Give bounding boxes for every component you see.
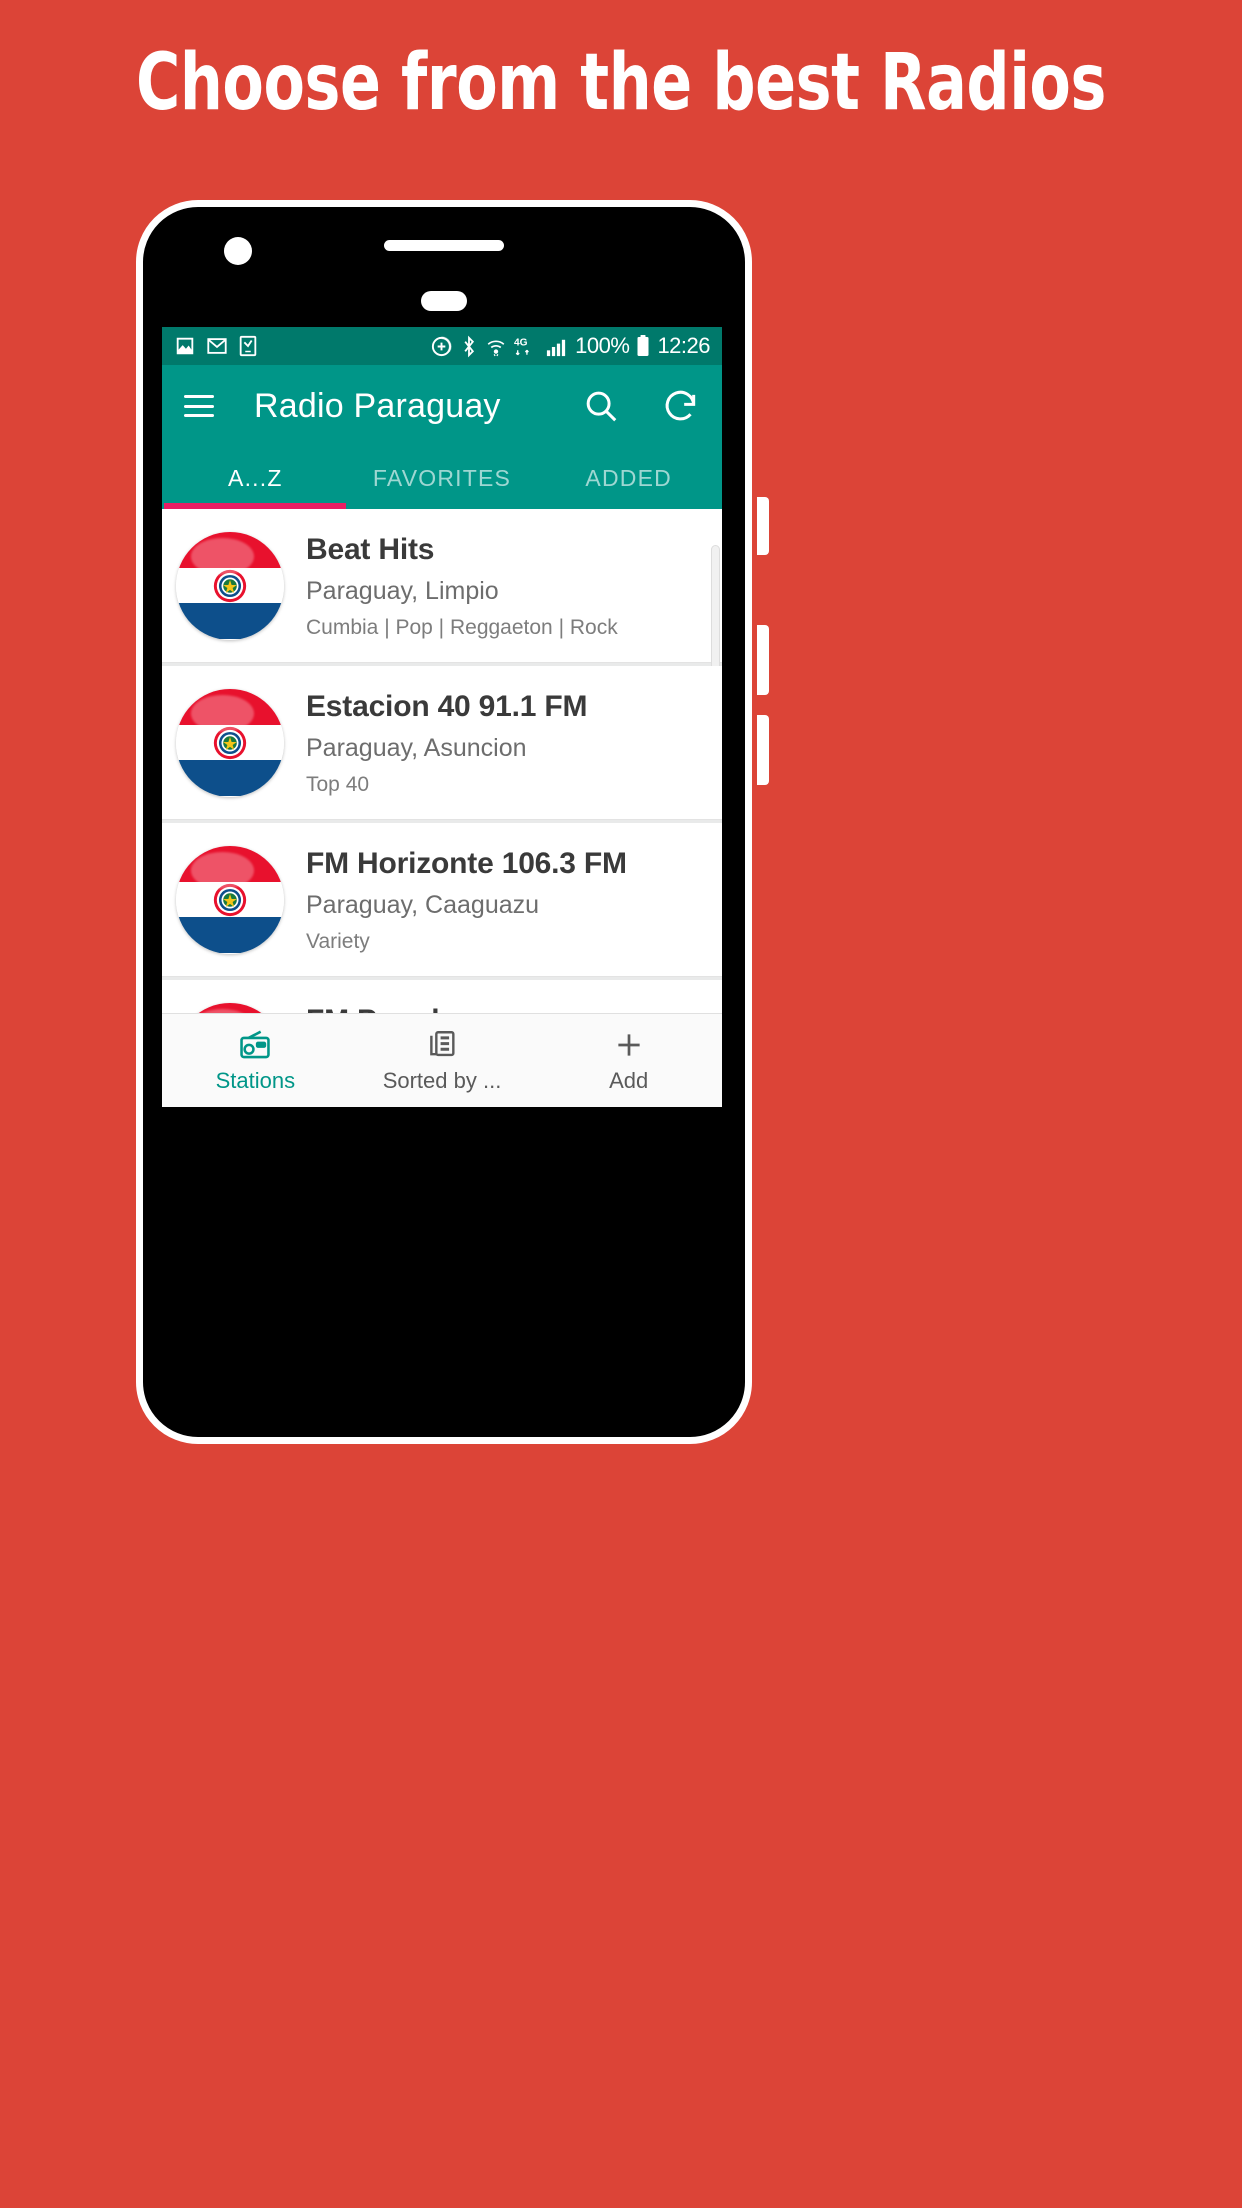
svg-text:4G: 4G <box>514 337 528 348</box>
tab-bar: A...Z FAVORITES ADDED <box>162 447 722 509</box>
list-item[interactable]: Estacion 40 91.1 FM Paraguay, Asuncion T… <box>162 666 722 820</box>
app-bar: Radio Paraguay <box>162 365 722 447</box>
4g-icon: 4G <box>514 337 530 355</box>
volume-down-button[interactable] <box>757 715 769 785</box>
nav-label-sorted-by: Sorted by ... <box>382 1067 502 1093</box>
tab-added[interactable]: ADDED <box>535 447 722 509</box>
wifi-icon <box>487 339 505 356</box>
nav-label-stations: Stations <box>215 1067 296 1093</box>
station-name: FM Popular <box>306 1002 708 1013</box>
station-genres: Variety <box>306 929 370 953</box>
bluetooth-icon <box>464 335 475 357</box>
battery-percent-label: 100% <box>575 333 630 358</box>
battery-icon <box>637 335 649 356</box>
hamburger-menu-icon[interactable] <box>184 395 214 417</box>
sync-add-icon <box>432 335 452 356</box>
nav-item-add[interactable]: Add <box>535 1028 722 1094</box>
checkbox-device-icon <box>239 335 257 357</box>
earpiece-speaker <box>384 240 504 251</box>
volume-up-button[interactable] <box>757 625 769 695</box>
image-icon <box>176 337 194 355</box>
search-icon[interactable] <box>582 387 620 425</box>
list-item[interactable]: FM Popular Paraguay, Asuncion Spanish Mu… <box>162 980 722 1013</box>
list-item[interactable]: Beat Hits Paraguay, Limpio Cumbia | Pop … <box>162 509 722 715</box>
list-sort-icon <box>430 1030 455 1056</box>
paraguay-flag-icon <box>176 1002 284 1013</box>
radio-icon <box>240 1030 271 1058</box>
page-title: Choose from the best Radios <box>136 38 1106 128</box>
station-location: Paraguay, Asuncion <box>306 733 527 762</box>
station-location: Paraguay, Caaguazu <box>306 890 540 919</box>
station-name: Beat Hits <box>306 533 435 567</box>
front-camera-icon <box>224 237 252 265</box>
paraguay-flag-icon <box>176 531 284 640</box>
list-item[interactable]: FM Horizonte 106.3 FM Paraguay, Caaguazu… <box>162 823 722 977</box>
station-list[interactable]: Beat Hits Paraguay, Limpio Cumbia | Pop … <box>162 509 722 1013</box>
tab-favorites[interactable]: FAVORITES <box>349 447 536 509</box>
bottom-navigation: Stations Sorted by ... Add <box>162 1013 722 1107</box>
gmail-icon <box>207 338 227 354</box>
power-button[interactable] <box>757 497 769 555</box>
station-location: Paraguay, Limpio <box>306 576 499 605</box>
paraguay-flag-icon <box>176 845 284 954</box>
phone-mockup: 4G 100% 12:26 Radio Paraguay A...Z FAVOR… <box>136 200 769 1444</box>
station-genres: Cumbia | Pop | Reggaeton | Rock <box>306 615 618 639</box>
station-name: FM Horizonte 106.3 FM <box>306 847 627 881</box>
status-bar-clock: 12:26 <box>657 333 710 358</box>
nav-item-sorted-by[interactable]: Sorted by ... <box>349 1028 536 1094</box>
plus-icon <box>618 1033 640 1056</box>
station-name: Estacion 40 91.1 FM <box>306 690 588 724</box>
nav-label-add: Add <box>609 1067 649 1093</box>
status-bar: 4G 100% 12:26 <box>162 327 722 365</box>
refresh-icon[interactable] <box>662 387 700 425</box>
tab-a-z[interactable]: A...Z <box>162 447 349 509</box>
paraguay-flag-icon <box>176 688 284 797</box>
sensor-slot <box>421 291 467 311</box>
nav-item-stations[interactable]: Stations <box>162 1028 349 1094</box>
station-genres: Top 40 <box>306 772 370 796</box>
app-title: Radio Paraguay <box>254 386 501 425</box>
phone-screen: 4G 100% 12:26 Radio Paraguay A...Z FAVOR… <box>162 327 722 1107</box>
signal-bars-icon <box>547 339 566 356</box>
